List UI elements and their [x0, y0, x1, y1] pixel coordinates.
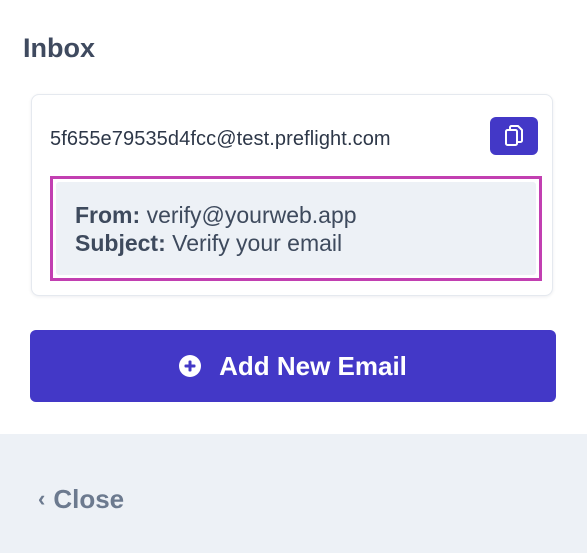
add-new-email-label: Add New Email — [219, 351, 407, 381]
message-subject: Subject: Verify your email — [75, 229, 536, 257]
message-subject-label: Subject: — [75, 230, 166, 256]
message-from: From: verify@yourweb.app — [75, 201, 536, 229]
page-title: Inbox — [23, 33, 95, 63]
close-label: Close — [53, 484, 125, 514]
message-list-item[interactable]: From: verify@yourweb.app Subject: Verify… — [56, 182, 536, 275]
inbox-email-address: 5f655e79535d4fcc@test.preflight.com — [50, 128, 391, 150]
message-subject-value: Verify your email — [172, 230, 343, 256]
message-from-value: verify@yourweb.app — [146, 202, 357, 228]
close-button[interactable]: ‹ Close — [38, 484, 124, 514]
plus-circle-icon — [179, 355, 202, 377]
inbox-panel: Inbox 5f655e79535d4fcc@test.preflight.co… — [0, 0, 587, 434]
inbox-email-card: 5f655e79535d4fcc@test.preflight.com From… — [31, 94, 553, 296]
message-from-label: From: — [75, 202, 141, 228]
message-highlight-outline: From: verify@yourweb.app Subject: Verify… — [50, 176, 542, 281]
panel-footer: ‹ Close — [0, 434, 587, 553]
copy-icon — [505, 125, 523, 146]
chevron-left-icon: ‹ — [38, 486, 46, 511]
add-new-email-button[interactable]: Add New Email — [30, 330, 556, 402]
copy-address-button[interactable] — [490, 117, 538, 155]
